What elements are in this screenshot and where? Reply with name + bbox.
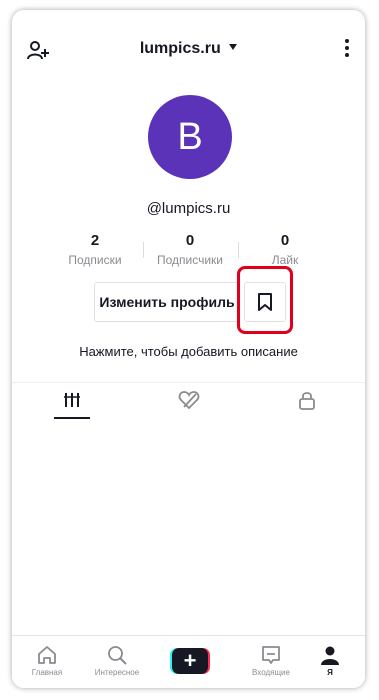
nav-label: Я — [327, 668, 333, 677]
username: lumpics.ru — [139, 40, 221, 57]
profile-handle: @lumpics.ru — [146, 200, 231, 217]
stat-following[interactable]: 2 Подписки — [50, 232, 140, 267]
bottom-navigation: Главная Интересное + Входящие Я — [12, 635, 365, 688]
highlight-annotation — [237, 266, 293, 334]
avatar[interactable]: B — [148, 95, 232, 179]
inbox-icon — [262, 646, 280, 664]
create-button[interactable]: + — [170, 648, 210, 674]
more-vertical-icon[interactable] — [343, 39, 351, 61]
videos-grid-icon — [64, 393, 80, 407]
tab-private[interactable] — [287, 390, 327, 418]
nav-profile[interactable]: Я — [295, 644, 365, 677]
home-icon — [38, 646, 56, 664]
tab-videos[interactable] — [52, 390, 92, 418]
stat-value: 0 — [185, 232, 195, 249]
stat-label: Подписки — [68, 253, 122, 267]
profile-header: lumpics.ru — [12, 10, 365, 80]
tab-liked[interactable] — [169, 390, 209, 418]
nav-label: Интересное — [94, 668, 140, 677]
stat-value: 0 — [280, 232, 290, 249]
stat-divider — [143, 242, 144, 258]
profile-icon — [321, 646, 339, 665]
chevron-down-icon — [229, 43, 238, 50]
add-bio-prompt[interactable]: Нажмите, чтобы добавить описание — [12, 344, 365, 359]
search-icon — [108, 646, 127, 665]
stat-followers[interactable]: 0 Подписчики — [145, 232, 235, 267]
stat-likes[interactable]: 0 Лайк — [240, 232, 330, 267]
stat-label: Подписчики — [156, 253, 223, 267]
lock-icon — [299, 392, 315, 410]
nav-discover[interactable]: Интересное — [82, 644, 152, 677]
liked-hidden-icon — [178, 391, 200, 410]
stat-label: Лайк — [271, 253, 299, 267]
stat-value: 2 — [90, 232, 100, 249]
nav-label: Главная — [31, 668, 63, 677]
edit-profile-button[interactable]: Изменить профиль — [94, 282, 240, 322]
nav-home[interactable]: Главная — [12, 644, 82, 677]
app-window: lumpics.ru B @lumpics.ru 2 Подписки 0 По… — [12, 10, 365, 688]
account-switcher[interactable]: lumpics.ru — [12, 40, 365, 58]
create-plus-icon: + — [172, 648, 208, 674]
divider — [12, 382, 365, 383]
active-tab-indicator — [54, 417, 90, 419]
stat-divider — [238, 242, 239, 258]
